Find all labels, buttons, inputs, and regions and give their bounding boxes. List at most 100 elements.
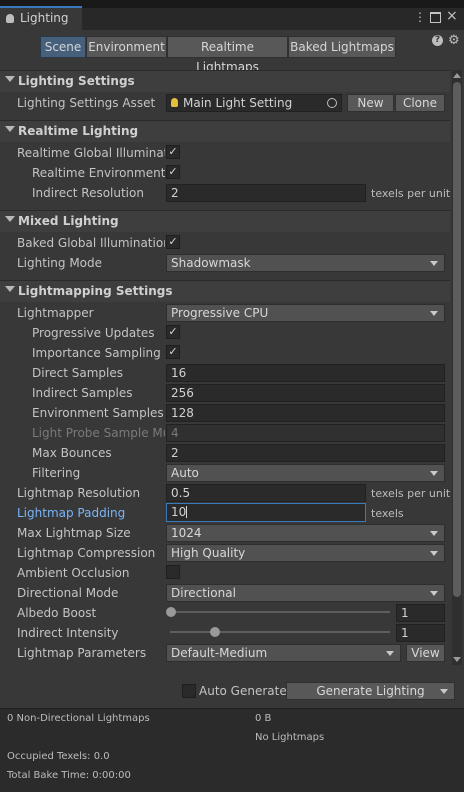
dropdown-value: High Quality	[171, 546, 246, 560]
lightmap-parameters-dropdown[interactable]: Default-Medium	[166, 644, 401, 662]
importance-sampling-label: Importance Sampling	[32, 346, 161, 360]
lightmap-resolution-label: Lightmap Resolution	[17, 486, 141, 500]
indirect-samples-field[interactable]: 256	[166, 384, 445, 402]
progressive-updates-checkbox[interactable]: ✓	[166, 325, 180, 339]
indirect-resolution-field[interactable]: 2	[166, 184, 366, 202]
section-title: Realtime Lighting	[18, 124, 139, 138]
chevron-down-icon	[430, 261, 438, 266]
tab-realtime-lightmaps[interactable]: Realtime Lightmaps	[167, 36, 288, 74]
close-icon[interactable]: ×	[446, 8, 458, 24]
foldout-arrow-icon	[5, 126, 15, 132]
occupied-texels: Occupied Texels: 0.0	[7, 751, 110, 762]
lightbulb-asset-icon	[171, 98, 178, 107]
view-button[interactable]: View	[406, 644, 445, 662]
realtime-env-checkbox[interactable]: ✓	[166, 165, 180, 179]
lightmap-resolution-field[interactable]: 0.5	[166, 484, 366, 502]
chevron-down-icon[interactable]	[440, 689, 448, 694]
realtime-gi-checkbox[interactable]: ✓	[166, 145, 180, 159]
max-lightmap-size-label: Max Lightmap Size	[17, 526, 131, 540]
lightmap-resolution-unit: texels per unit	[371, 487, 451, 500]
chevron-down-icon	[386, 651, 394, 656]
chevron-down-icon	[430, 531, 438, 536]
baked-gi-checkbox[interactable]: ✓	[166, 235, 180, 249]
lightbulb-icon	[6, 14, 14, 23]
new-button[interactable]: New	[347, 94, 394, 112]
foldout-arrow-icon	[5, 216, 15, 222]
max-lightmap-size-dropdown[interactable]: 1024	[166, 524, 445, 542]
section-realtime-lighting[interactable]: Realtime Lighting	[0, 120, 450, 142]
object-picker-icon[interactable]	[327, 98, 337, 108]
text-cursor	[186, 506, 188, 518]
max-bounces-label: Max Bounces	[32, 446, 112, 460]
maximize-icon[interactable]	[430, 12, 441, 23]
indirect-intensity-label: Indirect Intensity	[17, 626, 119, 640]
tab-environment[interactable]: Environment	[86, 36, 167, 58]
section-title: Lighting Settings	[18, 74, 135, 88]
lightmap-compression-dropdown[interactable]: High Quality	[166, 544, 445, 562]
padding-value: 10	[171, 505, 187, 519]
auto-generate-label: Auto Generate	[199, 684, 287, 698]
filtering-label: Filtering	[32, 466, 81, 480]
lighting-window-tab[interactable]: Lighting	[0, 6, 82, 30]
more-options-icon[interactable]: ⋮	[414, 10, 426, 24]
realtime-gi-label: Realtime Global Illuminatio	[17, 146, 165, 160]
ambient-occlusion-label: Ambient Occlusion	[17, 566, 130, 580]
light-probe-sample-label: Light Probe Sample Mul	[32, 426, 165, 440]
asset-value: Main Light Setting	[183, 96, 293, 110]
section-lightmapping-settings[interactable]: Lightmapping Settings	[0, 280, 450, 302]
ambient-occlusion-checkbox[interactable]	[166, 565, 180, 579]
section-title: Lightmapping Settings	[18, 284, 173, 298]
tab-bar	[82, 8, 464, 30]
lighting-settings-asset-field[interactable]: Main Light Setting	[166, 94, 342, 112]
albedo-boost-slider-track[interactable]	[170, 611, 390, 613]
lightmap-padding-unit: texels	[371, 507, 404, 520]
indirect-intensity-slider-handle[interactable]	[210, 627, 220, 637]
lightmap-compression-label: Lightmap Compression	[17, 546, 156, 560]
no-lightmaps-text: No Lightmaps	[255, 732, 325, 743]
importance-sampling-checkbox[interactable]: ✓	[166, 345, 180, 359]
dropdown-value: Directional	[171, 586, 236, 600]
direct-samples-label: Direct Samples	[32, 366, 123, 380]
albedo-boost-slider-handle[interactable]	[166, 607, 176, 617]
lighting-mode-dropdown[interactable]: Shadowmask	[166, 254, 445, 272]
help-icon[interactable]: ?	[432, 35, 443, 46]
dropdown-value: Auto	[171, 466, 199, 480]
chevron-down-icon	[430, 471, 438, 476]
dropdown-value: 1024	[171, 526, 202, 540]
albedo-boost-field[interactable]: 1	[396, 604, 445, 622]
chevron-down-icon	[430, 591, 438, 596]
generate-lighting-button[interactable]: Generate Lighting	[286, 682, 455, 700]
albedo-boost-label: Albedo Boost	[17, 606, 97, 620]
scrollbar-thumb[interactable]	[453, 82, 461, 597]
directional-mode-dropdown[interactable]: Directional	[166, 584, 445, 602]
indirect-intensity-slider-track[interactable]	[170, 631, 390, 633]
tab-baked-lightmaps[interactable]: Baked Lightmaps	[288, 36, 396, 58]
total-bake-time: Total Bake Time: 0:00:00	[7, 770, 131, 781]
indirect-samples-label: Indirect Samples	[32, 386, 133, 400]
lightmapper-label: Lightmapper	[17, 306, 94, 320]
lightmap-padding-field[interactable]: 10	[166, 503, 366, 522]
foldout-arrow-icon	[5, 76, 15, 82]
progressive-updates-label: Progressive Updates	[32, 326, 155, 340]
environment-samples-label: Environment Samples	[32, 406, 164, 420]
direct-samples-field[interactable]: 16	[166, 364, 445, 382]
max-bounces-field[interactable]: 2	[166, 444, 445, 462]
lightmapper-dropdown[interactable]: Progressive CPU	[166, 304, 445, 322]
light-probe-sample-field: 4	[166, 424, 445, 442]
indirect-intensity-field[interactable]: 1	[396, 624, 445, 642]
gear-icon[interactable]: ⚙	[448, 33, 460, 48]
lightmap-stats-panel: 0 Non-Directional Lightmaps 0 B No Light…	[0, 708, 464, 792]
dropdown-value: Shadowmask	[171, 256, 251, 270]
filtering-dropdown[interactable]: Auto	[166, 464, 445, 482]
lightmap-count: 0 Non-Directional Lightmaps	[7, 713, 150, 724]
scroll-down-arrow-icon[interactable]	[453, 657, 461, 662]
clone-button[interactable]: Clone	[395, 94, 445, 112]
section-lighting-settings[interactable]: Lighting Settings	[0, 70, 450, 92]
lighting-mode-label: Lighting Mode	[17, 256, 103, 270]
tab-scene[interactable]: Scene	[40, 36, 86, 58]
scroll-up-arrow-icon[interactable]	[453, 73, 461, 78]
section-title: Mixed Lighting	[18, 214, 119, 228]
auto-generate-checkbox[interactable]	[182, 684, 196, 698]
environment-samples-field[interactable]: 128	[166, 404, 445, 422]
section-mixed-lighting[interactable]: Mixed Lighting	[0, 210, 450, 232]
